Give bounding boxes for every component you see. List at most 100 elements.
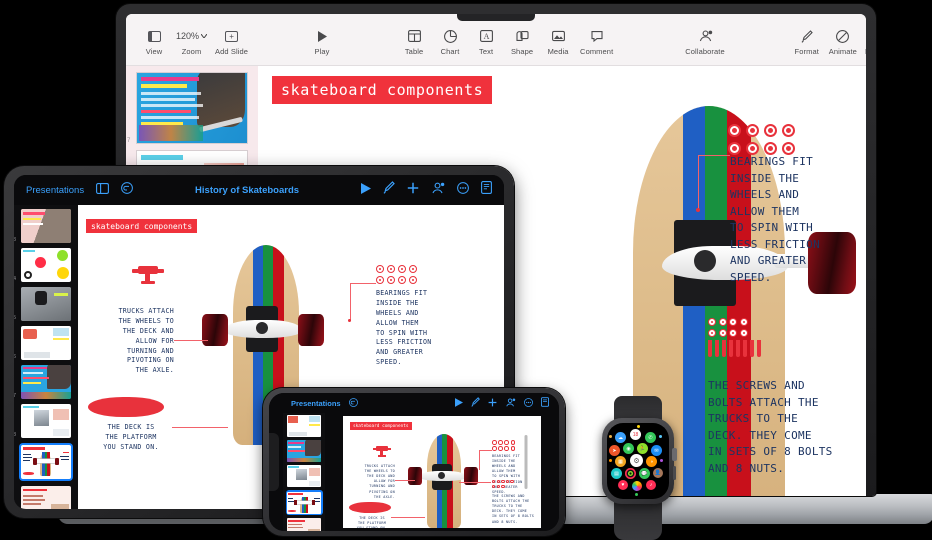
app-dot-3[interactable] — [637, 425, 640, 428]
toolbar-table-button[interactable]: Table — [396, 28, 432, 56]
ipad-document-icon[interactable] — [481, 181, 492, 199]
phone-app-icon[interactable]: ✆ — [645, 432, 656, 443]
iphone-thumbnail-item-selected[interactable]: 9 — [285, 490, 323, 515]
wallet-app-icon[interactable]: ▤ — [611, 468, 622, 479]
app-dot-2[interactable] — [659, 435, 662, 438]
iphone-bearing-icon — [492, 446, 497, 451]
ipad-thumbnail-item[interactable]: 5 — [14, 287, 71, 321]
ipad-thumbnail-10[interactable] — [21, 486, 71, 509]
ipad-thumbnail-item[interactable]: 6 — [14, 326, 71, 360]
watch-side-button[interactable] — [673, 466, 676, 480]
ipad-play-icon[interactable] — [361, 181, 371, 199]
iphone-frame: Presentations skateboard components TRUC… — [263, 388, 565, 536]
ipad-more-icon[interactable] — [457, 181, 469, 199]
iphone-thumbnail-7[interactable] — [287, 440, 321, 462]
photos-app-icon[interactable] — [632, 481, 642, 491]
maps-app-icon[interactable]: ➤ — [609, 445, 620, 456]
timer-app-icon[interactable]: ◑ — [646, 456, 657, 467]
weather-app-icon[interactable]: ☁ — [615, 432, 626, 443]
contacts-app-icon[interactable]: 👤 — [653, 468, 663, 478]
iphone-slide-navigator[interactable]: 6 7 — [283, 413, 325, 531]
screw-icon — [736, 340, 740, 357]
iphone-thumbnail-item[interactable]: 10 — [287, 518, 321, 531]
iphone-document-icon[interactable] — [541, 394, 550, 412]
ipad-slide-title-banner[interactable]: skateboard components — [86, 219, 203, 238]
iphone-add-icon[interactable] — [488, 394, 497, 412]
ipad-thumbnail-item-selected[interactable]: 9 — [14, 443, 73, 481]
slide-title-banner[interactable]: skateboard components — [272, 76, 498, 109]
ipad-slide-navigator[interactable]: 3 4 5 6 7 8 — [14, 205, 78, 509]
ipad-thumbnail-item[interactable]: 3 — [14, 209, 71, 243]
ipad-thumbnail-4[interactable] — [21, 248, 71, 282]
iphone-nut-icon — [496, 484, 500, 488]
iphone-back-button[interactable]: Presentations — [291, 399, 341, 408]
toolbar-document-button[interactable]: Document — [861, 28, 866, 56]
ipad-thumbnail-item[interactable]: 4 — [14, 248, 71, 282]
iphone-collaborate-icon[interactable] — [505, 394, 516, 412]
ipad-add-icon[interactable] — [407, 181, 419, 199]
iphone-home-indicator[interactable] — [524, 435, 528, 489]
app-dot-5[interactable] — [660, 459, 663, 462]
iphone-thumbnail-6[interactable] — [287, 415, 321, 437]
ipad-sidebar-icon[interactable] — [96, 181, 110, 199]
ipad-format-brush-icon[interactable] — [383, 181, 395, 199]
iphone-thumbnail-item[interactable]: 7 — [287, 440, 321, 462]
ipad-thumbnail-5[interactable] — [21, 287, 71, 321]
watch-screen[interactable]: ☁ 18 ✆ ➤ ◉ 🏃 ✉ ▦ ⚙ ◑ ▤ 💬 👤 ♥ ♪ — [607, 423, 669, 499]
workout-app-icon[interactable]: 🏃 — [637, 443, 648, 454]
ipad-thumbnail-6[interactable] — [21, 326, 71, 360]
settings-app-icon[interactable]: ⚙ — [630, 454, 643, 467]
iphone-thumbnail-8[interactable] — [287, 465, 321, 487]
toolbar-play-button[interactable]: Play — [304, 28, 340, 56]
digital-crown[interactable] — [672, 448, 677, 461]
zoom-value[interactable]: 120% — [176, 28, 208, 45]
mail-app-icon[interactable]: ✉ — [651, 445, 662, 456]
ipad-document-title[interactable]: History of Skateboards — [145, 185, 349, 196]
ipad-thumbnail-item[interactable]: 8 — [14, 404, 71, 438]
iphone-format-brush-icon[interactable] — [471, 394, 480, 412]
heart-rate-app-icon[interactable]: ♥ — [618, 480, 628, 490]
toolbar-text-button[interactable]: A Text — [468, 28, 504, 56]
toolbar-format-button[interactable]: Format — [789, 28, 825, 56]
toolbar-media-button[interactable]: Media — [540, 28, 576, 56]
app-dot-6[interactable] — [635, 493, 638, 496]
toolbar-zoom-control[interactable]: 120% Zoom — [172, 28, 211, 56]
toolbar-chart-button[interactable]: Chart — [432, 28, 468, 56]
ipad-thumbnail-8[interactable] — [21, 404, 71, 438]
iphone-thumbnail-item[interactable]: 8 — [287, 465, 321, 487]
toolbar-comment-button[interactable]: Comment — [576, 28, 617, 56]
toolbar-add-slide-button[interactable]: + Add Slide — [211, 28, 252, 56]
mac-thumbnail-7[interactable] — [136, 72, 248, 144]
ipad-thumbnail-7[interactable] — [21, 365, 71, 399]
ipad-trucks-callout-text: TRUCKS ATTACH THE WHEELS TO THE DECK AND… — [88, 307, 174, 376]
iphone-play-icon[interactable] — [455, 394, 463, 412]
world-clock-app-icon[interactable]: ◉ — [623, 443, 634, 454]
iphone-undo-icon[interactable] — [348, 394, 358, 412]
app-dot-4[interactable] — [609, 459, 612, 462]
iphone-more-icon[interactable] — [524, 394, 533, 412]
ipad-trucks-line: PIVOTING ON — [127, 356, 174, 365]
ipad-thumbnail-item[interactable]: 7 — [14, 365, 71, 399]
calendar-app-icon[interactable]: 18 — [630, 429, 641, 440]
ipad-thumbnail-9[interactable] — [21, 445, 71, 479]
ipad-thumbnail-item[interactable]: 10 — [21, 486, 71, 509]
toolbar-animate-button[interactable]: Animate — [825, 28, 861, 56]
iphone-slide-canvas[interactable]: skateboard components TRUCKS ATTACH THE … — [343, 416, 541, 528]
iphone-thumbnail-item[interactable]: 6 — [287, 415, 321, 437]
toolbar-view-button[interactable]: View — [136, 28, 172, 56]
calculator-app-icon[interactable]: ▦ — [615, 456, 626, 467]
messages-app-icon[interactable]: 💬 — [639, 468, 650, 479]
iphone-thumbnail-9[interactable] — [287, 491, 321, 514]
ipad-collaborate-icon[interactable] — [431, 181, 445, 199]
iphone-thumbnail-10[interactable] — [287, 518, 321, 531]
ipad-undo-icon[interactable] — [121, 181, 133, 199]
app-dot-1[interactable] — [609, 435, 612, 438]
mac-thumbnail-item[interactable]: 7 — [127, 72, 248, 144]
iphone-wheel-left — [408, 467, 422, 485]
activity-app-icon[interactable] — [625, 468, 636, 479]
toolbar-shape-button[interactable]: Shape — [504, 28, 540, 56]
music-app-icon[interactable]: ♪ — [646, 480, 656, 490]
ipad-back-button[interactable]: Presentations — [26, 185, 84, 196]
ipad-thumbnail-3[interactable] — [21, 209, 71, 243]
toolbar-collaborate-button[interactable]: Collaborate — [681, 28, 728, 56]
